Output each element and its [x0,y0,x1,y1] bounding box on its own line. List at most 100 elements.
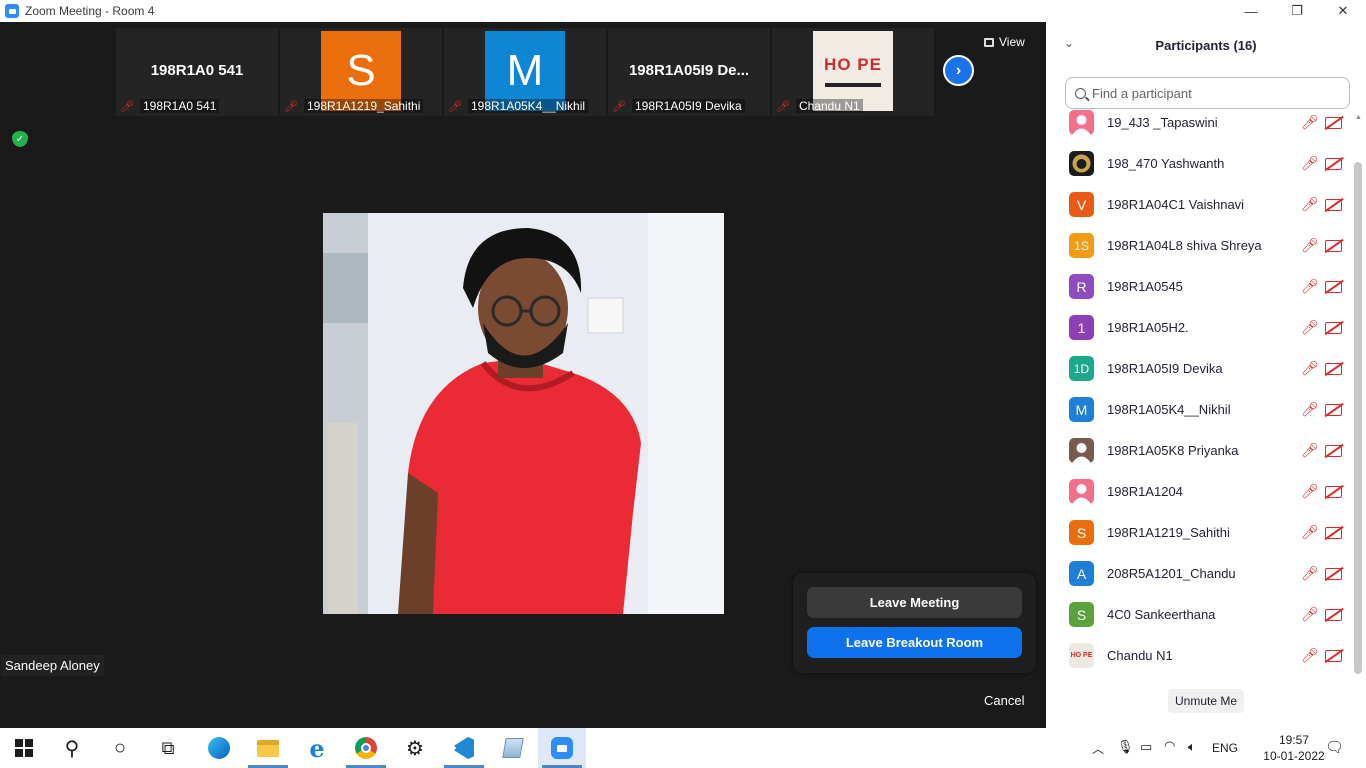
muted-mic-icon[interactable]: 🎤︎ [1301,114,1319,131]
microphone-icon[interactable]: 🎙︎ [1117,739,1134,755]
encryption-shield-icon[interactable]: ✓ [12,131,28,147]
video-off-icon[interactable] [1325,321,1342,334]
thumbnail-label: 198R1A05K4__Nikhil [467,99,589,113]
muted-mic-icon[interactable]: 🎤︎ [1301,155,1319,172]
search-icon [1075,87,1086,99]
video-thumbnail[interactable]: 198R1A05I9 De... 🎤︎ 198R1A05I9 Devika [608,28,770,116]
unmute-me-button[interactable]: Unmute Me [1168,689,1245,713]
muted-mic-icon[interactable]: 🎤︎ [1301,442,1319,459]
participant-row[interactable]: 198_470 Yashwanth 🎤︎ [1046,143,1356,184]
participant-name: 198R1A05H2. [1107,320,1189,335]
video-off-icon[interactable] [1325,403,1342,416]
taskbar-file-explorer[interactable] [244,728,292,768]
participant-row[interactable]: 1S 198R1A04L8 shiva Shreya 🎤︎ [1046,225,1356,266]
taskbar-settings[interactable]: ⚙ [391,728,439,768]
video-off-icon[interactable] [1325,649,1342,662]
video-thumbnail[interactable]: S 🎤︎ 198R1A1219_Sahithi [280,28,442,116]
volume-icon[interactable]: 🔈︎ [1188,739,1196,755]
participant-row[interactable]: 198R1A05K8 Priyanka 🎤︎ [1046,430,1356,471]
participant-name: 198_470 Yashwanth [1107,156,1225,171]
participant-avatar: R [1069,274,1094,299]
participant-avatar [1069,110,1094,135]
minimize-button[interactable]: — [1228,0,1274,22]
video-thumbnail[interactable]: HO PE 🎤︎ Chandu N1 [772,28,934,116]
zoom-icon [551,737,573,759]
muted-mic-icon: 🎤︎ [612,100,626,113]
participant-row[interactable]: 1 198R1A05H2. 🎤︎ [1046,307,1356,348]
video-off-icon[interactable] [1325,444,1342,457]
muted-mic-icon[interactable]: 🎤︎ [1301,196,1319,213]
edge-icon [208,737,230,759]
video-off-icon[interactable] [1325,116,1342,129]
participant-row[interactable]: S 4C0 Sankeerthana 🎤︎ [1046,594,1356,635]
notes-icon [502,738,524,758]
taskbar-internet-explorer[interactable]: e [293,728,341,768]
muted-mic-icon[interactable]: 🎤︎ [1301,483,1319,500]
video-thumbnail[interactable]: M 🎤︎ 198R1A05K4__Nikhil [444,28,606,116]
participant-list-scrollbar[interactable] [1354,162,1362,674]
view-button[interactable]: View [984,32,1025,52]
cortana-circle-icon: ○ [113,736,127,759]
muted-mic-icon[interactable]: 🎤︎ [1301,237,1319,254]
wifi-icon[interactable]: ◠ [1164,738,1175,754]
video-off-icon[interactable] [1325,280,1342,293]
folder-icon [257,739,279,757]
muted-mic-icon[interactable]: 🎤︎ [1301,401,1319,418]
video-off-icon[interactable] [1325,526,1342,539]
muted-mic-icon[interactable]: 🎤︎ [1301,360,1319,377]
search-taskbar-button[interactable]: ⚲ [48,728,96,768]
battery-icon[interactable]: ▭ [1140,739,1152,755]
task-view-button[interactable]: ⧉ [144,728,192,768]
muted-mic-icon[interactable]: 🎤︎ [1301,606,1319,623]
participant-row[interactable]: 19_4J3 _Tapaswini 🎤︎ [1046,110,1356,143]
participant-row[interactable]: A 208R5A1201_Chandu 🎤︎ [1046,553,1356,594]
cancel-button[interactable]: Cancel [984,693,1024,708]
language-indicator[interactable]: ENG [1212,741,1238,755]
muted-mic-icon[interactable]: 🎤︎ [1301,319,1319,336]
participant-row[interactable]: S 198R1A1219_Sahithi 🎤︎ [1046,512,1356,553]
muted-mic-icon[interactable]: 🎤︎ [1301,647,1319,664]
participant-avatar [1069,151,1094,176]
close-button[interactable]: ✕ [1320,0,1366,22]
muted-mic-icon[interactable]: 🎤︎ [1301,524,1319,541]
video-off-icon[interactable] [1325,485,1342,498]
participant-search-input[interactable] [1092,85,1332,101]
participant-search[interactable] [1065,77,1350,109]
video-off-icon[interactable] [1325,239,1342,252]
window-controls: — ❐ ✕ [1046,0,1366,22]
taskbar-zoom[interactable] [538,728,586,768]
video-off-icon[interactable] [1325,157,1342,170]
show-hidden-icons-chevron-icon[interactable]: ︿ [1092,740,1104,757]
muted-mic-icon: 🎤︎ [776,100,790,113]
active-speaker-video [323,213,724,614]
taskbar-chrome[interactable] [342,728,390,768]
muted-mic-icon[interactable]: 🎤︎ [1301,565,1319,582]
start-button[interactable] [0,728,48,768]
participant-row[interactable]: 198R1A1204 🎤︎ [1046,471,1356,512]
video-off-icon[interactable] [1325,198,1342,211]
participant-avatar: S [1069,602,1094,627]
participant-row[interactable]: 1D 198R1A05I9 Devika 🎤︎ [1046,348,1356,389]
video-off-icon[interactable] [1325,362,1342,375]
video-thumbnail[interactable]: 198R1A0 541 🎤︎ 198R1A0 541 [116,28,278,116]
system-clock[interactable]: 19:57 10-01-2022 [1262,732,1326,764]
taskbar-edge[interactable] [195,728,243,768]
video-off-icon[interactable] [1325,608,1342,621]
taskbar-vscode[interactable] [440,728,488,768]
leave-meeting-button[interactable]: Leave Meeting [807,587,1022,618]
notifications-icon[interactable]: 🗨︎ [1325,738,1344,756]
participant-avatar: 1 [1069,315,1094,340]
next-page-button[interactable]: › [943,55,974,86]
maximize-button[interactable]: ❐ [1274,0,1320,22]
cortana-button[interactable]: ○ [96,728,144,768]
scroll-up-arrow-icon[interactable]: ▲ [1355,114,1362,121]
leave-breakout-room-button[interactable]: Leave Breakout Room [807,627,1022,658]
participant-row[interactable]: V 198R1A04C1 Vaishnavi 🎤︎ [1046,184,1356,225]
video-off-icon[interactable] [1325,567,1342,580]
participant-row[interactable]: M 198R1A05K4__Nikhil 🎤︎ [1046,389,1356,430]
participant-row[interactable]: HO PE Chandu N1 🎤︎ [1046,635,1356,676]
muted-mic-icon[interactable]: 🎤︎ [1301,278,1319,295]
chevron-down-icon[interactable]: ⌄ [1064,36,1074,50]
taskbar-notes-app[interactable] [489,728,537,768]
participant-row[interactable]: R 198R1A0545 🎤︎ [1046,266,1356,307]
